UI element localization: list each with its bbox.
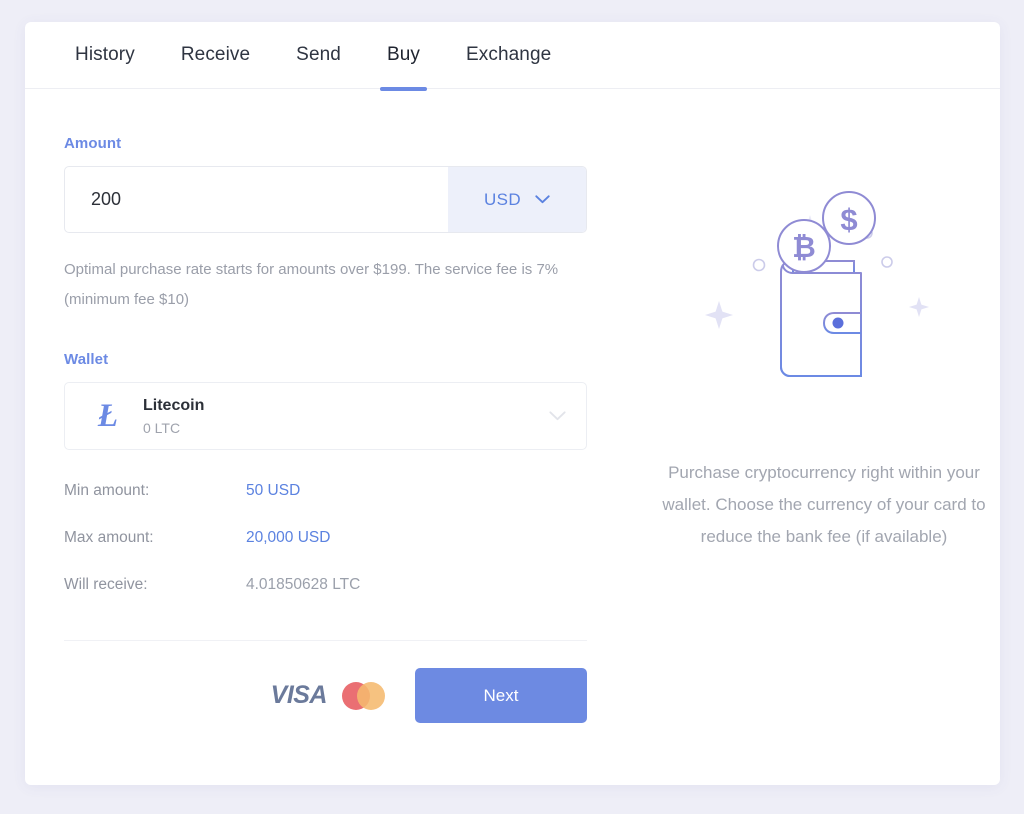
wallet-balance: 0 LTC xyxy=(143,418,549,438)
tab-bar: History Receive Send Buy Exchange xyxy=(25,22,1000,89)
wallet-outline xyxy=(781,272,861,376)
tab-receive[interactable]: Receive xyxy=(158,22,273,89)
promo-description: Purchase cryptocurrency right within you… xyxy=(649,457,999,553)
chevron-down-icon xyxy=(549,411,566,421)
wallet-label: Wallet xyxy=(64,351,625,368)
tab-history-label: History xyxy=(75,44,135,66)
sparkle-icon-right xyxy=(909,297,929,317)
litecoin-icon: Ł xyxy=(91,399,125,433)
buy-crypto-card: History Receive Send Buy Exchange Amount… xyxy=(25,22,1000,785)
promo-pane: ₿ $ Purchase cryptocurrency right within… xyxy=(625,89,1000,784)
buy-form: Amount USD Optimal purchase rate starts … xyxy=(25,89,625,784)
divider xyxy=(64,640,587,641)
tab-history[interactable]: History xyxy=(52,22,158,89)
wallet-coin-name: Litecoin xyxy=(143,395,549,416)
summary-row-receive: Will receive: 4.01850628 LTC xyxy=(64,576,625,623)
will-receive-label: Will receive: xyxy=(64,576,246,594)
amount-input[interactable] xyxy=(65,167,448,232)
accepted-cards: VISA xyxy=(271,681,387,711)
tab-exchange-label: Exchange xyxy=(466,44,551,66)
amount-hint-text: Optimal purchase rate starts for amounts… xyxy=(64,255,594,315)
tab-buy[interactable]: Buy xyxy=(364,22,443,89)
currency-code-label: USD xyxy=(484,190,521,210)
wallet-body xyxy=(781,261,861,376)
tab-send-label: Send xyxy=(296,44,341,66)
dollar-symbol: $ xyxy=(840,202,857,237)
currency-dropdown[interactable]: USD xyxy=(448,167,586,232)
card-body: Amount USD Optimal purchase rate starts … xyxy=(25,89,1000,784)
amount-field-group: USD xyxy=(64,166,587,233)
wallet-with-coins-icon: ₿ $ xyxy=(697,189,957,404)
min-amount-value: 50 USD xyxy=(246,482,300,500)
wallet-info: Litecoin 0 LTC xyxy=(143,395,549,438)
tab-send[interactable]: Send xyxy=(273,22,364,89)
sparkle-icon-left xyxy=(705,301,733,329)
summary-row-max: Max amount: 20,000 USD xyxy=(64,529,625,576)
amount-label: Amount xyxy=(64,135,625,152)
next-button[interactable]: Next xyxy=(415,668,587,723)
bitcoin-symbol: ₿ xyxy=(792,232,816,264)
wallet-dropdown[interactable]: Ł Litecoin 0 LTC xyxy=(64,382,587,450)
summary-row-min: Min amount: 50 USD xyxy=(64,482,625,529)
min-amount-label: Min amount: xyxy=(64,482,246,500)
will-receive-value: 4.01850628 LTC xyxy=(246,576,360,594)
tab-receive-label: Receive xyxy=(181,44,250,66)
chevron-down-icon xyxy=(535,195,550,204)
mastercard-icon xyxy=(340,681,387,711)
tab-exchange[interactable]: Exchange xyxy=(443,22,574,89)
svg-text:Ł: Ł xyxy=(97,399,118,433)
litecoin-glyph: Ł xyxy=(91,399,125,433)
tab-buy-label: Buy xyxy=(387,44,420,66)
max-amount-label: Max amount: xyxy=(64,529,246,547)
decorative-circle-right xyxy=(882,257,892,267)
decorative-circle-left xyxy=(754,260,765,271)
wallet-clasp-dot xyxy=(833,318,844,329)
summary-list: Min amount: 50 USD Max amount: 20,000 US… xyxy=(64,482,625,623)
form-footer: VISA Next xyxy=(64,668,587,723)
visa-icon: VISA xyxy=(271,681,327,710)
max-amount-value: 20,000 USD xyxy=(246,529,330,547)
